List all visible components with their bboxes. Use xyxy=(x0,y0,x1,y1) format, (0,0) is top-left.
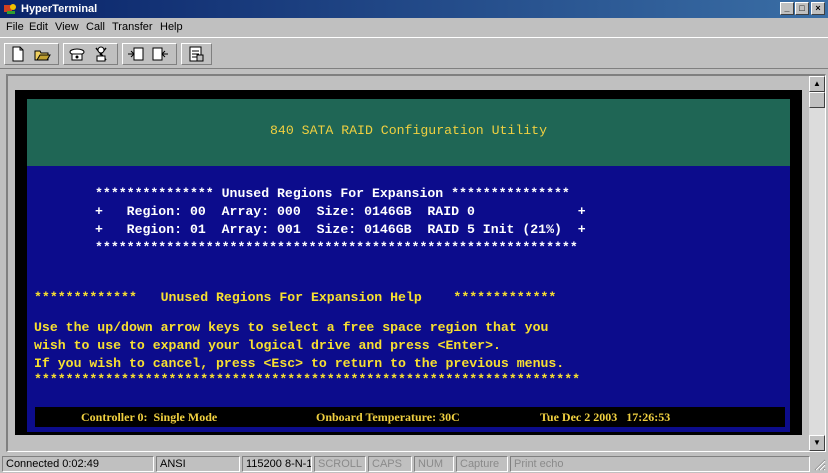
menu-help[interactable]: Help xyxy=(160,21,183,34)
menu-view[interactable]: View xyxy=(55,21,79,34)
menu-file[interactable]: File xyxy=(6,21,24,34)
close-button[interactable]: × xyxy=(811,2,825,15)
toolbar-group-properties xyxy=(181,43,212,65)
minimize-button[interactable]: _ xyxy=(780,2,794,15)
controller-status-bar: Controller 0: Single Mode Onboard Temper… xyxy=(35,407,785,427)
menu-edit[interactable]: Edit xyxy=(29,21,48,34)
region-row[interactable]: + Region: 01 Array: 001 Size: 0146GB RAI… xyxy=(95,222,586,238)
receive-file-icon[interactable] xyxy=(151,45,169,63)
status-bar: Connected 0:02:49 ANSI 115200 8-N-1 SCRO… xyxy=(0,455,828,473)
regions-heading: *************** Unused Regions For Expan… xyxy=(95,186,570,201)
toolbar-group-call xyxy=(63,43,118,65)
caps-lock-indicator: CAPS xyxy=(368,456,412,472)
properties-icon[interactable] xyxy=(187,45,205,63)
terminal-window[interactable]: 840 SATA RAID Configuration Utility ****… xyxy=(6,74,826,452)
scroll-up-button[interactable]: ▲ xyxy=(809,76,825,92)
new-document-icon[interactable] xyxy=(9,45,27,63)
num-lock-indicator: NUM xyxy=(414,456,454,472)
toolbar xyxy=(0,37,828,69)
toolbar-group-transfer xyxy=(122,43,177,65)
help-line: wish to use to expand your logical drive… xyxy=(34,338,501,353)
menu-bar: File Edit View Call Transfer Help xyxy=(0,18,828,36)
onboard-temperature: Onboard Temperature: 30C xyxy=(316,410,460,424)
help-line: If you wish to cancel, press <Esc> to re… xyxy=(34,356,565,371)
capture-indicator: Capture xyxy=(456,456,508,472)
resize-grip-icon[interactable] xyxy=(814,459,826,471)
print-echo-indicator: Print echo xyxy=(510,456,810,472)
connection-time: Connected 0:02:49 xyxy=(2,456,154,472)
emulation-mode: ANSI xyxy=(156,456,240,472)
send-file-icon[interactable] xyxy=(127,45,145,63)
date-time: Tue Dec 2 2003 17:26:53 xyxy=(540,410,671,424)
open-folder-icon[interactable] xyxy=(33,45,51,63)
menu-transfer[interactable]: Transfer xyxy=(112,21,153,34)
region-row[interactable]: + Region: 00 Array: 000 Size: 0146GB RAI… xyxy=(95,204,586,220)
port-settings: 115200 8-N-1 xyxy=(242,456,312,472)
controller-mode: Controller 0: Single Mode xyxy=(81,410,218,424)
regions-panel: *************** Unused Regions For Expan… xyxy=(27,166,790,432)
vertical-scrollbar[interactable]: ▲ ▼ xyxy=(809,76,825,451)
scroll-lock-indicator: SCROLL xyxy=(314,456,366,472)
menu-call[interactable]: Call xyxy=(86,21,105,34)
help-divider: ****************************************… xyxy=(34,372,581,387)
help-line: Use the up/down arrow keys to select a f… xyxy=(34,320,549,335)
maximize-button[interactable]: □ xyxy=(795,2,809,15)
regions-footer: ****************************************… xyxy=(95,240,578,255)
window-title: HyperTerminal xyxy=(21,3,98,15)
call-phone-icon[interactable] xyxy=(68,45,86,63)
hyperterminal-app-icon[interactable] xyxy=(3,2,17,16)
terminal-screen[interactable]: 840 SATA RAID Configuration Utility ****… xyxy=(15,90,802,435)
utility-header: 840 SATA RAID Configuration Utility xyxy=(27,99,790,166)
disconnect-icon[interactable] xyxy=(92,45,110,63)
utility-title: 840 SATA RAID Configuration Utility xyxy=(270,123,547,138)
toolbar-group-file xyxy=(4,43,59,65)
scroll-down-button[interactable]: ▼ xyxy=(809,435,825,451)
title-bar[interactable]: HyperTerminal _ □ × xyxy=(0,0,828,18)
scroll-thumb[interactable] xyxy=(809,92,825,108)
help-heading: ************* Unused Regions For Expansi… xyxy=(34,290,557,305)
